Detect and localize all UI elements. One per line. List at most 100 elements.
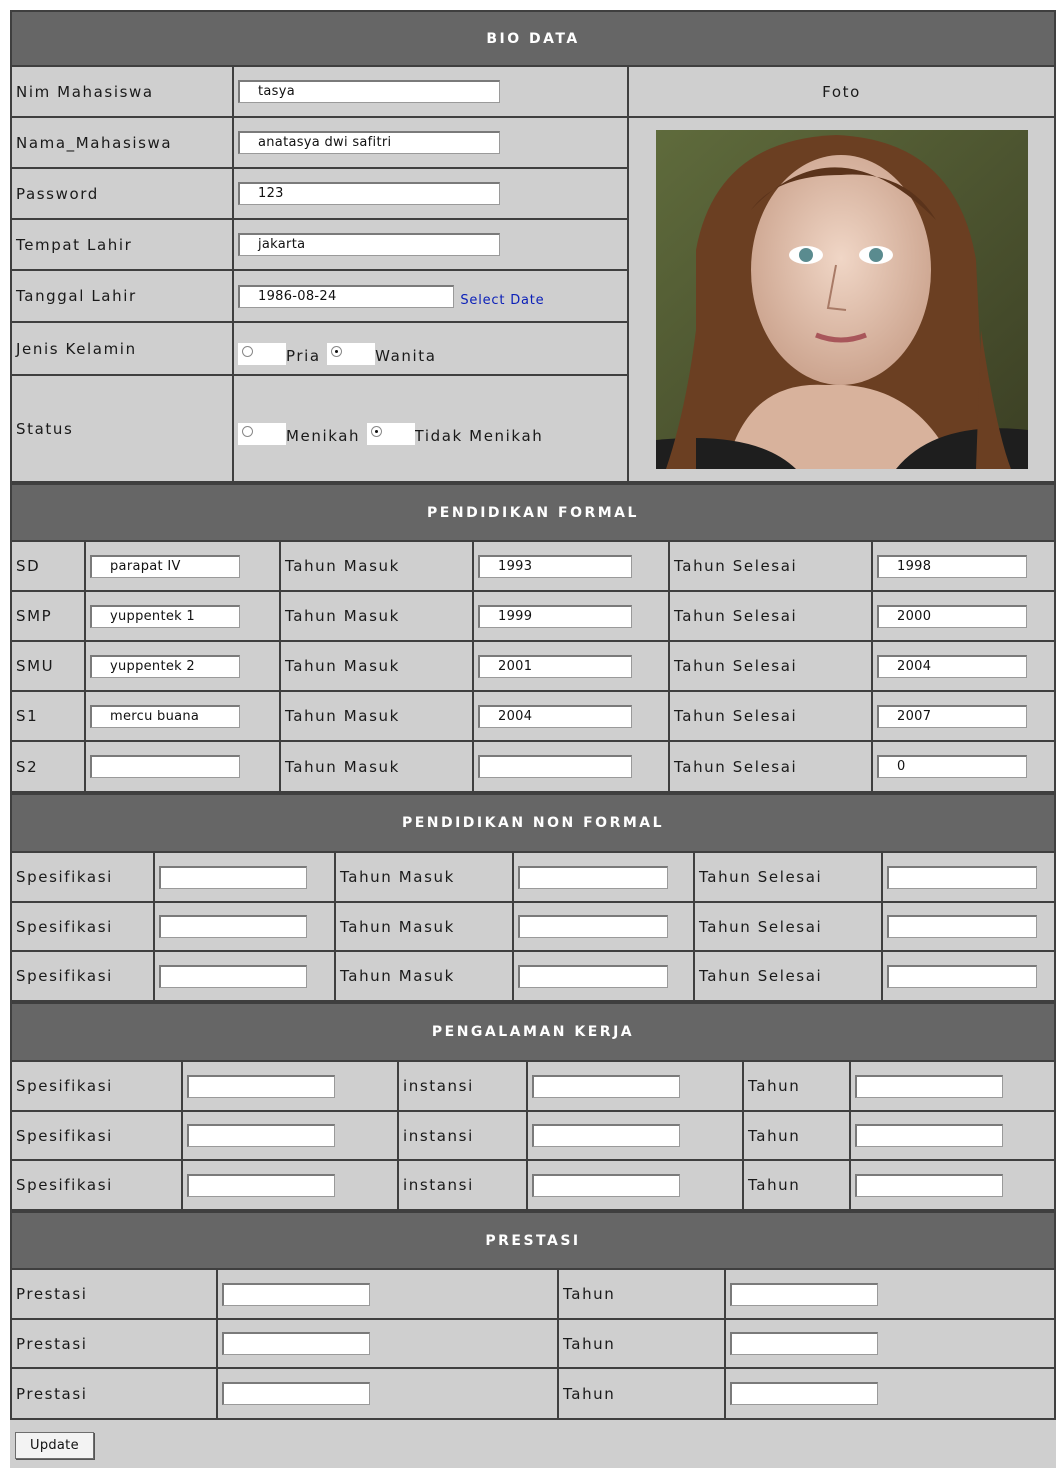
table-row: SMU yuppentek 2 Tahun Masuk 2001 Tahun S…: [10, 640, 1056, 692]
tahun-masuk-label: Tahun Masuk: [334, 901, 514, 952]
tahun-masuk-label: Tahun Masuk: [279, 740, 474, 793]
table-row: Spesifikasi Tahun Masuk Tahun Selesai: [10, 950, 1056, 1002]
radio-pria[interactable]: [238, 342, 286, 365]
instansi-label: instansi: [397, 1110, 528, 1161]
school-input[interactable]: yuppentek 1: [90, 604, 240, 628]
password-input[interactable]: 123: [238, 182, 500, 205]
spesifikasi-input[interactable]: [187, 1074, 335, 1098]
tahun-label: Tahun: [557, 1268, 726, 1320]
tahun-selesai-label: Tahun Selesai: [693, 851, 883, 903]
tanggal-lahir-label: Tanggal Lahir: [10, 269, 234, 323]
school-input[interactable]: [90, 755, 240, 778]
nama-label: Nama_Mahasiswa: [10, 116, 234, 169]
radio-wanita-label: Wanita: [375, 346, 437, 365]
nama-input[interactable]: anatasya dwi safitri: [238, 131, 500, 154]
foto-label: Foto: [627, 65, 1056, 118]
section-header-formal: PENDIDIKAN FORMAL: [10, 483, 1056, 542]
tempat-lahir-input[interactable]: jakarta: [238, 233, 500, 256]
level-label: S1: [10, 690, 86, 742]
prestasi-input[interactable]: [222, 1382, 370, 1405]
table-row: S2 Tahun Masuk Tahun Selesai 0: [10, 740, 1056, 793]
tahun-masuk-label: Tahun Masuk: [334, 950, 514, 1002]
tahun-masuk-input[interactable]: [518, 915, 668, 938]
radio-pria-label: Pria: [286, 346, 321, 365]
formal-education-table: PENDIDIKAN FORMAL SD parapat IV Tahun Ma…: [10, 483, 1056, 793]
spesifikasi-input[interactable]: [159, 964, 307, 988]
tahun-label: Tahun: [742, 1060, 851, 1112]
tanggal-lahir-input[interactable]: 1986-08-24: [238, 284, 454, 308]
prestasi-input[interactable]: [222, 1332, 370, 1355]
school-input[interactable]: parapat IV: [90, 554, 240, 578]
radio-tidak-menikah[interactable]: [366, 422, 415, 445]
work-experience-table: PENGALAMAN KERJA Spesifikasi instansi Ta…: [10, 1002, 1056, 1211]
instansi-label: instansi: [397, 1060, 528, 1112]
tahun-selesai-label: Tahun Selesai: [668, 740, 873, 793]
select-date-link[interactable]: Select Date: [460, 293, 544, 308]
table-row: Spesifikasi instansi Tahun: [10, 1110, 1056, 1161]
level-label: S2: [10, 740, 86, 793]
instansi-label: instansi: [397, 1159, 528, 1211]
table-row: SMP yuppentek 1 Tahun Masuk 1999 Tahun S…: [10, 590, 1056, 642]
tahun-input[interactable]: [855, 1074, 1003, 1098]
password-label: Password: [10, 167, 234, 220]
spesifikasi-input[interactable]: [159, 865, 307, 889]
school-input[interactable]: yuppentek 2: [90, 654, 240, 678]
table-row: Spesifikasi instansi Tahun: [10, 1060, 1056, 1112]
tahun-masuk-input[interactable]: 1993: [478, 554, 632, 578]
prestasi-table: PRESTASI Prestasi Tahun Prestasi Tahun P…: [10, 1211, 1056, 1420]
tahun-input[interactable]: [855, 1124, 1003, 1147]
table-row: SD parapat IV Tahun Masuk 1993 Tahun Sel…: [10, 540, 1056, 592]
update-button[interactable]: Update: [15, 1432, 94, 1459]
spesifikasi-input[interactable]: [159, 915, 307, 938]
section-header-biodata: BIO DATA: [10, 10, 1056, 67]
radio-menikah[interactable]: [238, 422, 286, 445]
tahun-selesai-input[interactable]: 1998: [877, 554, 1027, 578]
level-label: SMP: [10, 590, 86, 642]
tahun-masuk-input[interactable]: 2004: [478, 704, 632, 728]
instansi-input[interactable]: [532, 1173, 680, 1197]
tahun-selesai-label: Tahun Selesai: [668, 540, 873, 592]
tahun-selesai-input[interactable]: 2007: [877, 704, 1027, 728]
radio-wanita[interactable]: [327, 342, 376, 365]
tahun-selesai-input[interactable]: [887, 915, 1037, 938]
tahun-selesai-input[interactable]: 2004: [877, 654, 1027, 678]
nonformal-education-table: PENDIDIKAN NON FORMAL Spesifikasi Tahun …: [10, 793, 1056, 1002]
prestasi-label: Prestasi: [10, 1268, 218, 1320]
tahun-selesai-input[interactable]: [887, 964, 1037, 988]
table-row: Spesifikasi instansi Tahun: [10, 1159, 1056, 1211]
tahun-input[interactable]: [730, 1332, 878, 1355]
tempat-lahir-label: Tempat Lahir: [10, 218, 234, 271]
instansi-input[interactable]: [532, 1074, 680, 1098]
tahun-selesai-input[interactable]: [887, 865, 1037, 889]
spesifikasi-input[interactable]: [187, 1173, 335, 1197]
school-input[interactable]: mercu buana: [90, 704, 240, 728]
biodata-table: BIO DATA Nim Mahasiswa tasya Foto Nama_M…: [10, 10, 1056, 483]
table-row: Spesifikasi Tahun Masuk Tahun Selesai: [10, 901, 1056, 952]
tahun-selesai-input[interactable]: 2000: [877, 604, 1027, 628]
tahun-masuk-input[interactable]: 2001: [478, 654, 632, 678]
level-label: SMU: [10, 640, 86, 692]
tahun-masuk-input[interactable]: [478, 755, 632, 778]
tahun-selesai-label: Tahun Selesai: [693, 950, 883, 1002]
section-header-prestasi: PRESTASI: [10, 1211, 1056, 1270]
tahun-input[interactable]: [730, 1282, 878, 1306]
tahun-selesai-label: Tahun Selesai: [668, 690, 873, 742]
prestasi-input[interactable]: [222, 1282, 370, 1306]
tahun-selesai-input[interactable]: 0: [877, 755, 1027, 778]
spesifikasi-label: Spesifikasi: [10, 1110, 183, 1161]
tahun-masuk-input[interactable]: [518, 865, 668, 889]
jenis-kelamin-label: Jenis Kelamin: [10, 321, 234, 376]
tahun-masuk-input[interactable]: [518, 964, 668, 988]
biodata-form: BIO DATA Nim Mahasiswa tasya Foto Nama_M…: [10, 10, 1056, 1468]
nim-input[interactable]: tasya: [238, 80, 500, 103]
level-label: SD: [10, 540, 86, 592]
table-row: Prestasi Tahun: [10, 1367, 1056, 1420]
tahun-label: Tahun: [742, 1110, 851, 1161]
tahun-input[interactable]: [855, 1173, 1003, 1197]
instansi-input[interactable]: [532, 1124, 680, 1147]
tahun-input[interactable]: [730, 1382, 878, 1405]
table-row: S1 mercu buana Tahun Masuk 2004 Tahun Se…: [10, 690, 1056, 742]
spesifikasi-label: Spesifikasi: [10, 1060, 183, 1112]
spesifikasi-input[interactable]: [187, 1124, 335, 1147]
tahun-masuk-input[interactable]: 1999: [478, 604, 632, 628]
